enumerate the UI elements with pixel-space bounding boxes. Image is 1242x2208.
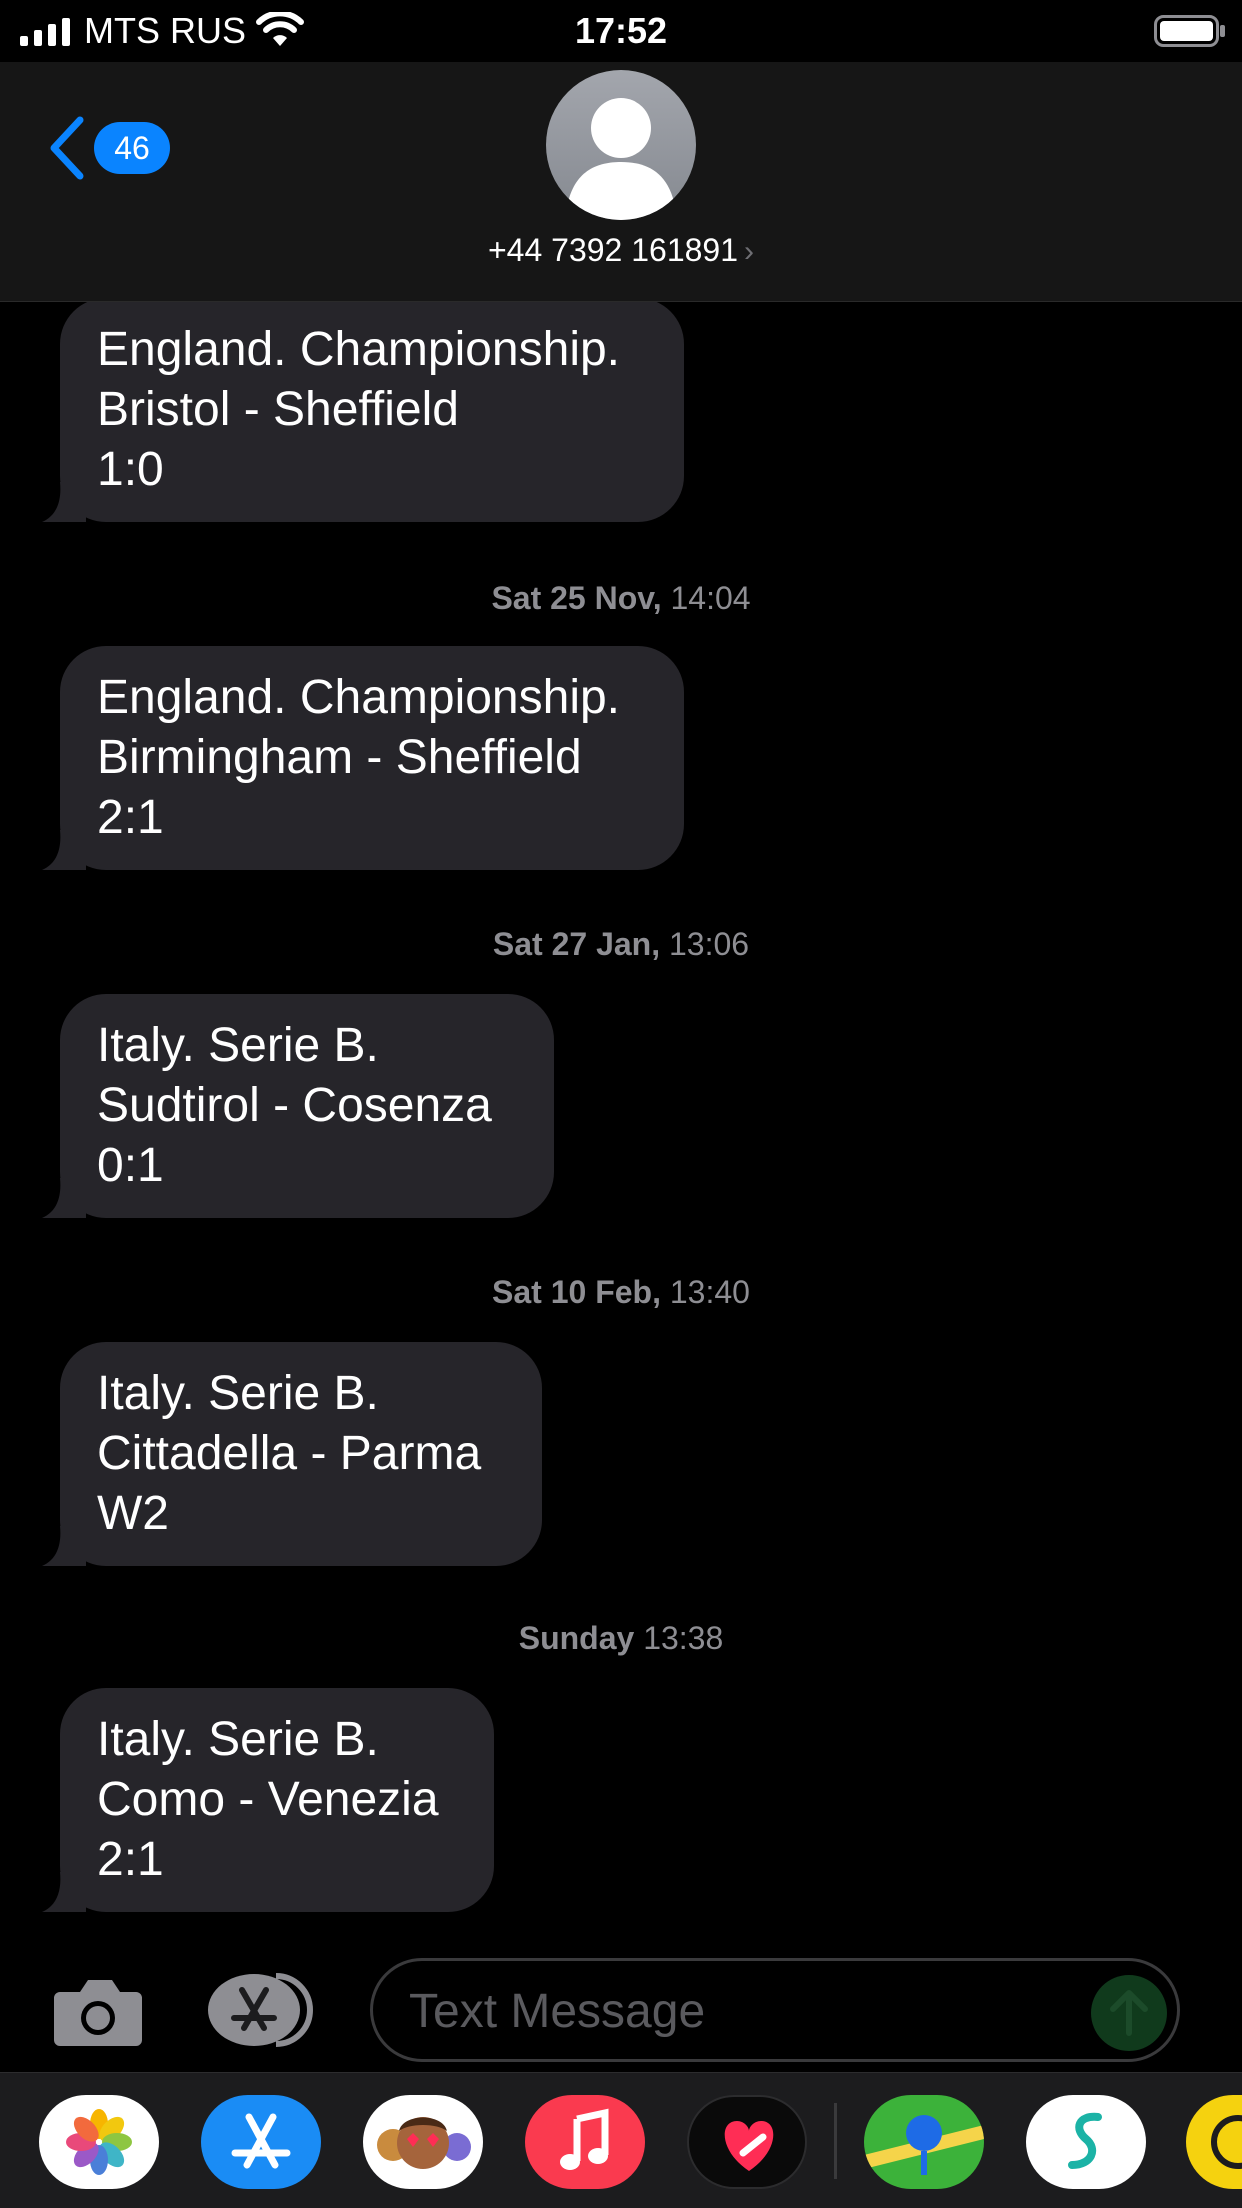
compose-bar <box>0 1952 1242 2072</box>
contact-avatar[interactable] <box>546 70 696 220</box>
yellow-app-icon[interactable] <box>1186 2095 1242 2189</box>
memoji-faces-icon <box>377 2117 471 2169</box>
timestamp-time: 13:06 <box>669 926 750 962</box>
imessage-app-drawer <box>0 2072 1242 2208</box>
message-text-field[interactable] <box>370 1958 1180 2062</box>
message-timestamp: Sat 25 Nov, 14:04 <box>0 580 1242 617</box>
timestamp-day: Sunday <box>518 1620 635 1656</box>
message-line: 2:1 <box>97 791 164 844</box>
message-line: England. Championship. <box>97 671 621 724</box>
camera-icon <box>54 1980 142 2046</box>
camera-button[interactable] <box>52 1976 144 2048</box>
bubble-tail <box>42 1872 86 1912</box>
photos-app-icon[interactable] <box>39 2095 159 2189</box>
message-timestamp: Sunday 13:38 <box>0 1620 1242 1657</box>
bubble-tail <box>42 1526 86 1566</box>
target-icon <box>1211 2115 1242 2169</box>
message-input[interactable] <box>409 1981 1089 2041</box>
message-line: Italy. Serie B. <box>97 1713 379 1766</box>
message-line: Italy. Serie B. <box>97 1019 379 1072</box>
back-button[interactable]: 46 <box>46 112 176 192</box>
surfshark-app-icon[interactable] <box>1026 2095 1146 2189</box>
drawer-divider <box>834 2103 837 2179</box>
digital-touch-app-icon[interactable] <box>687 2095 807 2189</box>
bubble-tail <box>42 830 86 870</box>
conversation-header: 46 +44 7392 161891 › <box>0 62 1242 302</box>
message-line: 1:0 <box>97 443 164 496</box>
arrow-up-icon <box>1110 1990 1148 2036</box>
battery-icon <box>1154 15 1225 47</box>
chevron-right-icon: › <box>744 235 755 268</box>
unread-count-badge: 46 <box>94 122 170 174</box>
timestamp-day: Sat 27 Jan, <box>492 926 661 962</box>
message-line: Cittadella - Parma <box>97 1427 482 1480</box>
message-bubble[interactable]: England. Championship. Bristol - Sheffie… <box>42 302 684 522</box>
music-note-icon <box>560 2108 609 2170</box>
message-bubble[interactable]: Italy. Serie B. Cittadella - Parma W2 <box>42 1342 542 1566</box>
timestamp-time: 13:40 <box>669 1274 750 1310</box>
message-line: 2:1 <box>97 1833 164 1886</box>
contact-phone-number: +44 7392 161891 <box>487 232 739 268</box>
app-store-button[interactable] <box>206 1970 320 2050</box>
message-line: Italy. Serie B. <box>97 1367 379 1420</box>
memoji-app-icon[interactable] <box>363 2095 483 2189</box>
app-store-glyph-icon <box>231 2113 291 2169</box>
status-bar: MTS RUS 17:52 <box>0 0 1242 62</box>
timestamp-time: 13:38 <box>643 1620 724 1656</box>
app-store-icon <box>208 1973 313 2047</box>
heart-icon <box>724 2121 774 2171</box>
message-line: Birmingham - Sheffield <box>97 731 582 784</box>
map-pin-icon <box>864 2115 984 2175</box>
message-bubble[interactable]: Italy. Serie B. Como - Venezia 2:1 <box>42 1688 494 1912</box>
message-timestamp: Sat 10 Feb, 13:40 <box>0 1274 1242 1311</box>
message-line: W2 <box>97 1487 169 1540</box>
message-bubble[interactable]: Italy. Serie B. Sudtirol - Cosenza 0:1 <box>42 994 554 1218</box>
message-line: England. Championship. <box>97 323 621 376</box>
clock: 17:52 <box>574 10 668 51</box>
music-app-icon[interactable] <box>525 2095 645 2189</box>
contact-name[interactable]: +44 7392 161891 › <box>0 232 1242 269</box>
message-line: Bristol - Sheffield <box>97 383 459 436</box>
timestamp-day: Sat 25 Nov, <box>491 580 662 616</box>
message-line: 0:1 <box>97 1139 164 1192</box>
message-bubble[interactable]: England. Championship. Birmingham - Shef… <box>42 646 684 870</box>
message-timestamp: Sat 27 Jan, 13:06 <box>0 926 1242 963</box>
bubble-tail <box>42 482 86 522</box>
timestamp-day: Sat 10 Feb, <box>492 1274 661 1310</box>
send-button[interactable] <box>1091 1975 1167 2051</box>
person-silhouette-icon <box>568 98 674 220</box>
timestamp-time: 14:04 <box>670 580 751 616</box>
surfshark-logo-icon <box>1068 2112 1102 2169</box>
chevron-left-icon <box>50 116 84 180</box>
maps-app-icon[interactable] <box>864 2095 984 2189</box>
bubble-tail <box>42 1178 86 1218</box>
photos-flower-icon <box>66 2109 132 2175</box>
message-line: Como - Venezia <box>97 1773 439 1826</box>
message-thread[interactable]: England. Championship. Bristol - Sheffie… <box>0 302 1242 1952</box>
message-line: Sudtirol - Cosenza <box>97 1079 492 1132</box>
app-store-app-icon[interactable] <box>201 2095 321 2189</box>
